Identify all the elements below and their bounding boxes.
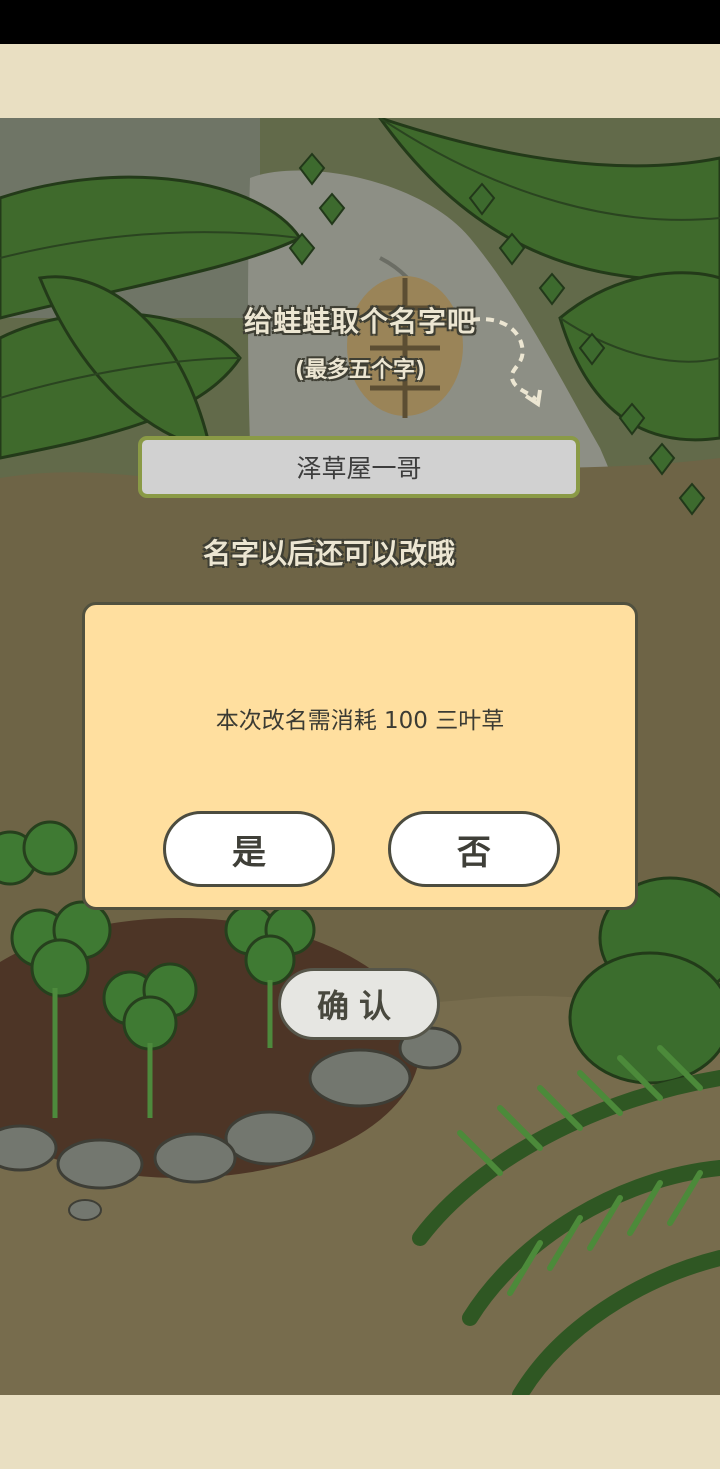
rename-cost-dialog: 本次改名需消耗 100 三叶草 是 否: [82, 602, 638, 910]
rename-hint: 名字以后还可以改哦: [202, 537, 455, 570]
prompt-title: 给蛙蛙取个名字吧: [243, 305, 476, 338]
confirm-button[interactable]: 确认: [278, 968, 440, 1040]
status-bar: [0, 0, 720, 44]
no-button[interactable]: 否: [388, 811, 560, 887]
dialog-message: 本次改名需消耗 100 三叶草: [215, 708, 505, 734]
top-letterbox: [0, 44, 720, 118]
prompt-subtitle: (最多五个字): [294, 358, 426, 383]
yes-button[interactable]: 是: [163, 811, 335, 887]
bottom-letterbox: [0, 1395, 720, 1469]
frog-name-input[interactable]: 泽草屋一哥: [138, 436, 580, 498]
dashed-arrow-icon: [471, 317, 542, 408]
